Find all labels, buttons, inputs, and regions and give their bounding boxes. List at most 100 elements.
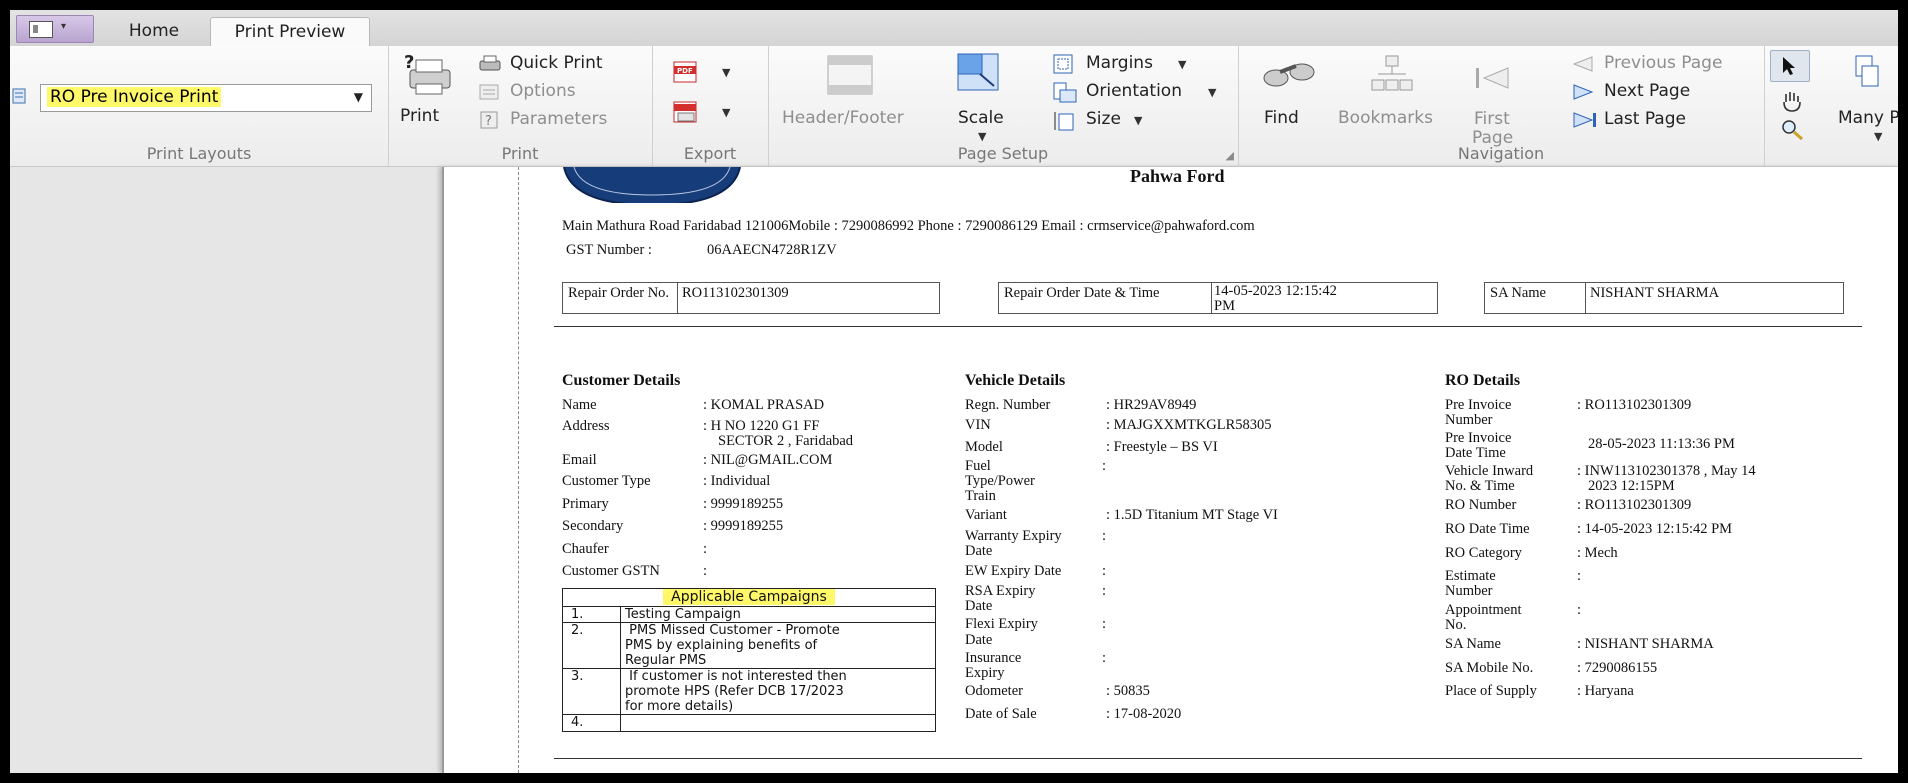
many-pages-icon bbox=[1855, 55, 1879, 87]
application-menu-button[interactable]: ▾ bbox=[16, 15, 94, 43]
previous-page-icon bbox=[1572, 56, 1593, 72]
appointment-label-1: Appointment bbox=[1445, 602, 1522, 618]
next-page-icon bbox=[1573, 84, 1594, 100]
appointment-label-2: No. bbox=[1445, 617, 1467, 633]
chevron-down-icon: ▼ bbox=[1874, 130, 1883, 143]
parameters-button[interactable]: ? Parameters bbox=[472, 108, 632, 132]
warranty-value: : bbox=[1102, 528, 1107, 544]
dialog-launcher-icon[interactable]: ◢ bbox=[1226, 149, 1234, 162]
chevron-down-icon: ▾ bbox=[61, 21, 67, 32]
sa-mobile-value: : 7290086155 bbox=[1577, 660, 1658, 676]
scale-icon bbox=[957, 53, 999, 91]
ro-number-value: : RO113102301309 bbox=[1577, 497, 1692, 513]
tab-print-preview[interactable]: Print Preview bbox=[210, 17, 370, 47]
options-label: Options bbox=[510, 81, 576, 101]
vin-label: VIN bbox=[965, 417, 991, 433]
header-footer-button[interactable]: Header/Footer bbox=[778, 54, 920, 130]
section-divider bbox=[554, 326, 1862, 327]
table-row: 2. PMS Missed Customer - Promote PMS by … bbox=[562, 622, 936, 669]
pointer-tool-button[interactable] bbox=[1770, 50, 1810, 82]
date-of-sale-value: : 17-08-2020 bbox=[1106, 706, 1182, 722]
svg-text:PDF: PDF bbox=[677, 67, 693, 75]
campaign-number: 2. bbox=[562, 622, 621, 669]
bookmarks-icon bbox=[1371, 55, 1413, 91]
rsa-label-1: RSA Expiry bbox=[965, 583, 1036, 599]
next-page-button[interactable]: Next Page bbox=[1570, 80, 1760, 104]
many-pages-button[interactable]: Many P ▼ bbox=[1834, 52, 1898, 152]
appointment-value: : bbox=[1577, 602, 1582, 618]
date-of-sale-label: Date of Sale bbox=[965, 706, 1037, 722]
customer-address-value: : H NO 1220 G1 FF bbox=[703, 418, 820, 434]
orientation-label: Orientation bbox=[1086, 81, 1182, 101]
zoom-tool-icon[interactable] bbox=[1780, 118, 1806, 142]
gst-value: 06AAECN4728R1ZV bbox=[707, 242, 837, 258]
warranty-label-2: Date bbox=[965, 543, 993, 559]
scale-button[interactable]: Scale ▼ bbox=[952, 52, 1012, 143]
estimate-label-2: Number bbox=[1445, 583, 1493, 599]
sa-mobile-label: SA Mobile No. bbox=[1445, 660, 1534, 676]
quick-print-button[interactable]: Quick Print bbox=[472, 52, 622, 76]
size-button[interactable]: Size ▼ bbox=[1052, 108, 1162, 132]
repair-order-label: Repair Order No. bbox=[568, 285, 670, 301]
ew-label: EW Expiry Date bbox=[965, 563, 1062, 579]
campaign-text: Testing Campaign bbox=[625, 607, 741, 622]
dealer-name: Pahwa Ford bbox=[1130, 166, 1225, 186]
page-margin-guide bbox=[518, 167, 519, 773]
sa-name-value: NISHANT SHARMA bbox=[1590, 285, 1720, 301]
customer-details-title: Customer Details bbox=[562, 372, 681, 389]
bookmarks-button[interactable]: Bookmarks bbox=[1336, 54, 1448, 130]
repair-order-value: RO113102301309 bbox=[682, 285, 789, 301]
insurance-value: : bbox=[1102, 650, 1107, 666]
customer-secondary-value: : 9999189255 bbox=[703, 518, 784, 534]
ro-category-label: RO Category bbox=[1445, 545, 1522, 561]
odometer-value: : 50835 bbox=[1106, 683, 1150, 699]
group-zoom: Many P ▼ bbox=[1764, 46, 1898, 166]
table-row: 4. bbox=[562, 714, 936, 732]
parameters-icon: ? bbox=[480, 111, 498, 129]
pre-invoice-number-label-2: Number bbox=[1445, 412, 1493, 428]
last-page-button[interactable]: Last Page bbox=[1570, 108, 1760, 132]
inward-value-2: 2023 12:15PM bbox=[1588, 478, 1675, 494]
place-of-supply-label: Place of Supply bbox=[1445, 683, 1537, 699]
regn-label: Regn. Number bbox=[965, 397, 1051, 413]
customer-chaufer-value: : bbox=[703, 541, 708, 557]
export-pdf-button[interactable]: PDF ▼ bbox=[672, 60, 742, 86]
options-button[interactable]: Options bbox=[472, 80, 622, 104]
report-icon bbox=[12, 88, 26, 104]
orientation-button[interactable]: Orientation ▼ bbox=[1052, 80, 1222, 104]
place-of-supply-value: : Haryana bbox=[1577, 683, 1634, 699]
quick-print-label: Quick Print bbox=[510, 53, 603, 73]
fuel-value: : bbox=[1102, 458, 1107, 474]
ro-date-time-value: : 14-05-2023 12:15:42 PM bbox=[1577, 521, 1733, 537]
campaign-text: PMS Missed Customer - Promote bbox=[625, 623, 840, 638]
group-export: PDF ▼ ▼ Export bbox=[652, 46, 769, 166]
campaign-text: If customer is not interested then bbox=[625, 669, 847, 684]
export-email-pdf-button[interactable]: ▼ bbox=[672, 100, 742, 126]
ro-date-value-2: PM bbox=[1214, 298, 1235, 314]
ro-sa-name-value: : NISHANT SHARMA bbox=[1577, 636, 1714, 652]
previous-page-button[interactable]: Previous Page bbox=[1570, 52, 1760, 76]
group-print: ? Print Quick Print Options ? Parameters… bbox=[388, 46, 653, 166]
find-button[interactable]: Find bbox=[1250, 54, 1326, 130]
print-button[interactable]: ? Print bbox=[396, 50, 456, 130]
margins-icon bbox=[1053, 54, 1073, 74]
campaigns-title: Applicable Campaigns bbox=[663, 589, 835, 605]
customer-address-label: Address bbox=[562, 418, 610, 434]
tab-home[interactable]: Home bbox=[110, 17, 198, 46]
customer-gstn-label: Customer GSTN bbox=[562, 563, 660, 579]
customer-address-value-2: SECTOR 2 , Faridabad bbox=[718, 433, 854, 449]
ro-date-label: Repair Order Date & Time bbox=[1004, 285, 1160, 301]
first-page-label-1: First bbox=[1474, 109, 1510, 129]
first-page-button[interactable]: First Page bbox=[1460, 54, 1530, 154]
pdf-icon: PDF bbox=[673, 61, 697, 83]
margins-button[interactable]: Margins ▼ bbox=[1052, 52, 1192, 76]
print-layout-select[interactable]: RO Pre Invoice Print ▼ bbox=[40, 84, 372, 112]
model-label: Model bbox=[965, 439, 1003, 455]
hand-tool-icon[interactable] bbox=[1780, 88, 1806, 114]
ew-value: : bbox=[1102, 563, 1107, 579]
size-label: Size bbox=[1086, 109, 1121, 129]
inward-label-2: No. & Time bbox=[1445, 478, 1515, 494]
orientation-icon bbox=[1053, 82, 1077, 103]
print-button-label: Print bbox=[400, 106, 440, 126]
flexi-label-2: Date bbox=[965, 632, 993, 648]
